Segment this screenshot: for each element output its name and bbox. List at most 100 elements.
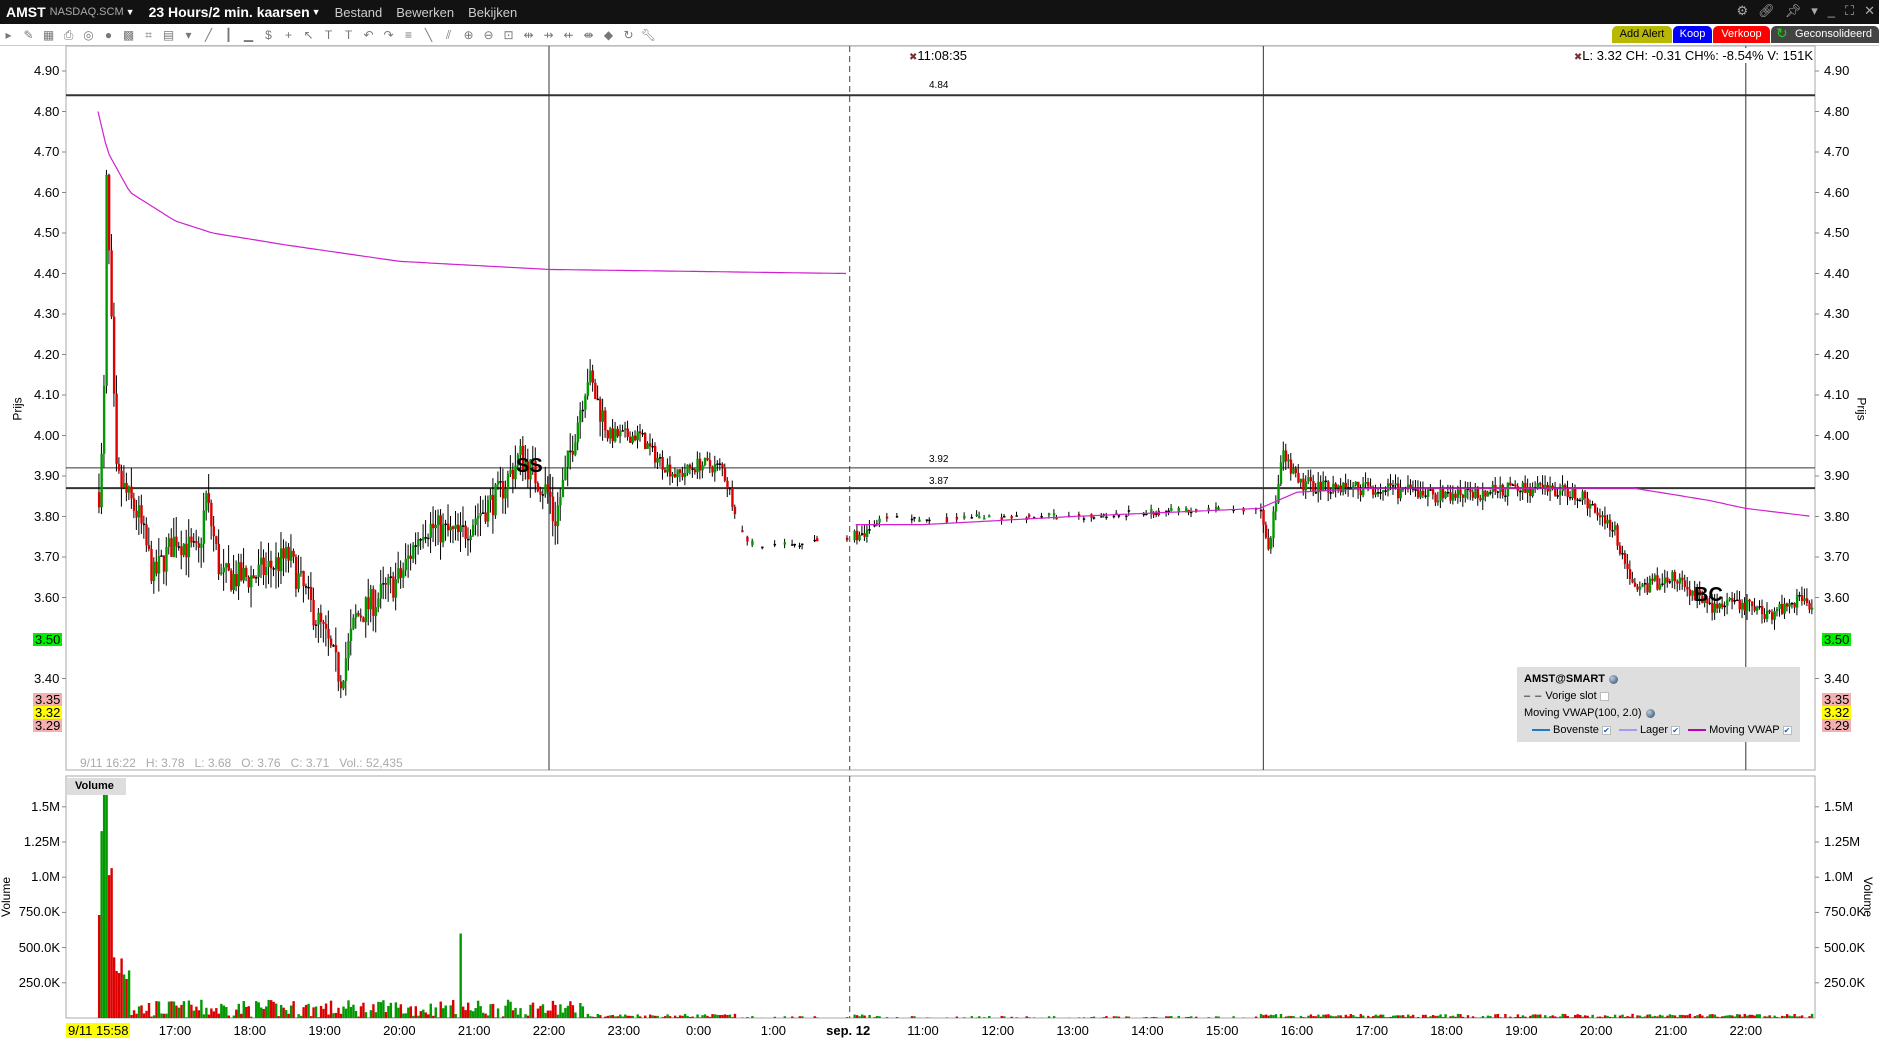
price-pane-frame [65, 45, 1816, 771]
candle-up [267, 560, 270, 567]
candle-up [205, 493, 208, 511]
volume-bar [374, 1012, 378, 1018]
volume-bar [1145, 1016, 1148, 1018]
legend-upper: Bovenste [1553, 724, 1599, 736]
time-tick: 18:00 [233, 1023, 267, 1038]
volume-bar [723, 1014, 727, 1018]
volume-bar [1753, 1015, 1756, 1018]
candle-down [726, 480, 729, 489]
candle-up [918, 519, 921, 522]
volume-bar [713, 1014, 717, 1018]
volume-bar [210, 1008, 213, 1018]
candle-up [1307, 477, 1310, 482]
candle-up [1362, 483, 1365, 496]
candle-down [1768, 610, 1771, 613]
time-tick: 13:00 [1056, 1023, 1089, 1038]
candle-down [294, 556, 298, 589]
volume-bar [1474, 1017, 1477, 1018]
candle-down [195, 541, 198, 544]
volume-bar [1736, 1014, 1739, 1018]
volume-bar [878, 1016, 881, 1018]
candle-down [1294, 468, 1298, 473]
candle-down [252, 575, 255, 579]
candle-down [1359, 490, 1362, 496]
volume-bar [1334, 1016, 1338, 1018]
candle-down [1421, 490, 1425, 496]
prev-close-checkbox[interactable] [1599, 691, 1609, 701]
candle-down [1576, 499, 1579, 501]
candle-up [449, 526, 452, 531]
volume-bar [1683, 1015, 1687, 1018]
volume-bar [329, 1000, 333, 1018]
candle-up [1259, 509, 1263, 512]
candle-down [551, 496, 555, 522]
candle-up [858, 534, 861, 541]
candle-down [718, 463, 722, 465]
globe-icon[interactable] [1609, 674, 1618, 684]
candle-up [187, 536, 191, 558]
lower-checkbox[interactable]: ✔ [1671, 725, 1681, 735]
candle-up [1556, 495, 1559, 497]
candle-up [422, 537, 425, 541]
candle-down [1593, 504, 1597, 513]
volume-pane-frame [65, 775, 1816, 1019]
globe-icon[interactable] [1645, 708, 1655, 718]
volume-bar [686, 1015, 689, 1018]
volume-bar [506, 999, 510, 1018]
candle-up [541, 494, 545, 496]
candle-down [681, 472, 684, 477]
candle-down [1626, 563, 1629, 570]
candle-up [1342, 482, 1345, 493]
volume-bar [1613, 1014, 1617, 1018]
candle-down [793, 543, 796, 546]
candle-down [885, 516, 889, 519]
price-tick-right: 4.70 [1824, 144, 1850, 159]
candle-up [442, 524, 445, 543]
vwap-checkbox[interactable]: ✔ [1782, 725, 1792, 735]
candle-down [1347, 487, 1350, 489]
volume-bar [1803, 1017, 1806, 1018]
upper-checkbox[interactable]: ✔ [1601, 725, 1611, 735]
candle-down [130, 486, 133, 499]
volume-bar [322, 1008, 325, 1018]
volume-bar [1581, 1016, 1584, 1018]
candle-up [1292, 468, 1295, 474]
candle-down [245, 567, 248, 577]
volume-bar [1292, 1016, 1295, 1018]
candle-down [1763, 614, 1766, 620]
candle-up [152, 561, 156, 581]
volume-bar [437, 1017, 440, 1018]
candle-up [1606, 519, 1609, 524]
candle-up [255, 577, 258, 579]
volume-bar [464, 1010, 467, 1018]
volume-bar [988, 1015, 991, 1018]
candle-down [1554, 488, 1557, 496]
candle-down [816, 538, 819, 542]
volume-bar [1588, 1017, 1592, 1018]
volume-tick-left: 250.0K [18, 974, 60, 990]
volume-bar [407, 1007, 410, 1018]
price-tick-right: 3.60 [1824, 589, 1850, 605]
volume-bar [1678, 1014, 1682, 1018]
candle-down [594, 382, 597, 400]
volume-bar [1758, 1014, 1761, 1018]
volume-bar [1232, 1016, 1235, 1018]
volume-bar [352, 1004, 355, 1018]
candle-down [1683, 580, 1687, 587]
volume-bar [1795, 1016, 1799, 1018]
candle-down [269, 560, 273, 569]
candle-up [656, 458, 659, 463]
candle-up [237, 562, 240, 587]
volume-bar [1287, 1015, 1290, 1018]
volume-bar [284, 1010, 288, 1018]
volume-bar [1077, 1017, 1081, 1018]
candle-down [1618, 545, 1622, 554]
price-chart[interactable] [0, 0, 1879, 1042]
volume-bar [1424, 1014, 1427, 1018]
candle-up [314, 624, 318, 627]
candle-down [1808, 602, 1811, 610]
candle-down [277, 557, 280, 572]
close-icon[interactable]: ✖ [1574, 52, 1582, 63]
chart-legend: AMST@SMART ‒ ‒ Vorige slot Moving VWAP(1… [1517, 667, 1800, 742]
candle-down [1446, 491, 1450, 494]
